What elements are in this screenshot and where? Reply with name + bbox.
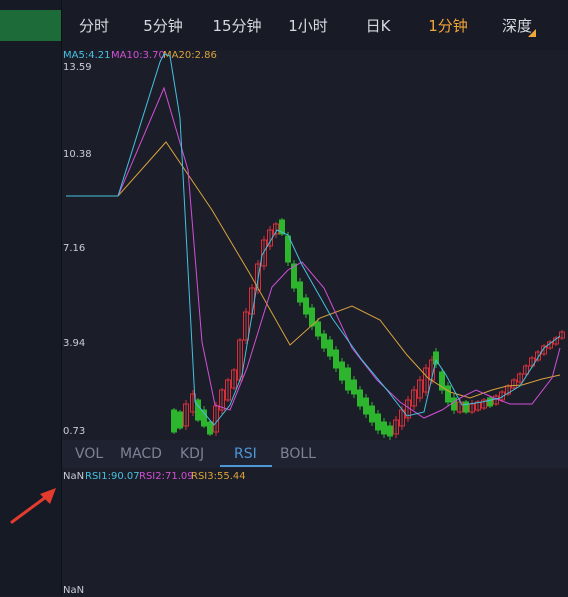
candlestick-chart[interactable]: MA5:4.21 MA10:3.70 MA20:2.86 13.59 10.38… [62, 50, 568, 440]
candle-body [321, 333, 327, 349]
tab-fenshi[interactable]: 分时 [72, 14, 116, 38]
tab-1hour[interactable]: 1小时 [284, 14, 332, 38]
tab-boll[interactable]: BOLL [280, 446, 316, 462]
left-selected-row[interactable] [0, 10, 61, 41]
candle-body [369, 405, 375, 423]
rsi2-label: RSI2:71.09 [139, 471, 194, 482]
rsi-bottom-label: NaN [63, 585, 85, 596]
candle-body [375, 413, 381, 431]
candle-body [333, 349, 339, 369]
tab-15min[interactable]: 15分钟 [208, 14, 266, 38]
candle-series [171, 218, 565, 440]
ma20-line [66, 141, 561, 399]
tab-macd[interactable]: MACD [120, 446, 162, 462]
candle-body [315, 321, 321, 337]
price-plot [66, 53, 565, 440]
annotation-arrow-icon [10, 488, 56, 524]
candle-body [297, 281, 303, 303]
tab-depth[interactable]: 深度 [499, 14, 535, 38]
rsi3-label: RSI3:55.44 [191, 471, 246, 482]
candle-body [177, 411, 183, 429]
candle-body [487, 397, 493, 407]
ma5-line [66, 53, 561, 426]
candle-body [387, 425, 393, 437]
ma10-line [66, 86, 561, 419]
candle-body [303, 297, 309, 315]
tab-kdj[interactable]: KDJ [180, 446, 204, 462]
candle-body [327, 339, 333, 357]
candle-body [363, 397, 369, 415]
tab-vol[interactable]: VOL [75, 446, 103, 462]
candle-body [351, 379, 357, 395]
tab-5min[interactable]: 5分钟 [139, 14, 187, 38]
candle-body [345, 367, 351, 391]
indicator-tab-bar: VOL MACD KDJ RSI BOLL [62, 440, 568, 468]
candle-body [445, 385, 451, 403]
rsi1-label: RSI1:90.07 [85, 471, 140, 482]
tab-rsi[interactable]: RSI [234, 446, 257, 462]
candle-body [451, 397, 457, 411]
candle-body [381, 421, 387, 435]
active-tab-underline [220, 465, 272, 467]
candle-body [207, 421, 213, 435]
tab-1min[interactable]: 1分钟 [425, 14, 471, 38]
candle-body [357, 389, 363, 407]
period-tab-bar: 分时 5分钟 15分钟 1小时 日K 1分钟 深度 [62, 0, 568, 50]
candle-body [171, 409, 177, 433]
candle-body [339, 361, 345, 381]
tab-daily-k[interactable]: 日K [364, 14, 392, 38]
candle-body [463, 401, 469, 413]
rsi-panel[interactable]: NaN RSI1:90.07 RSI2:71.09 RSI3:55.44 NaN [62, 468, 568, 596]
